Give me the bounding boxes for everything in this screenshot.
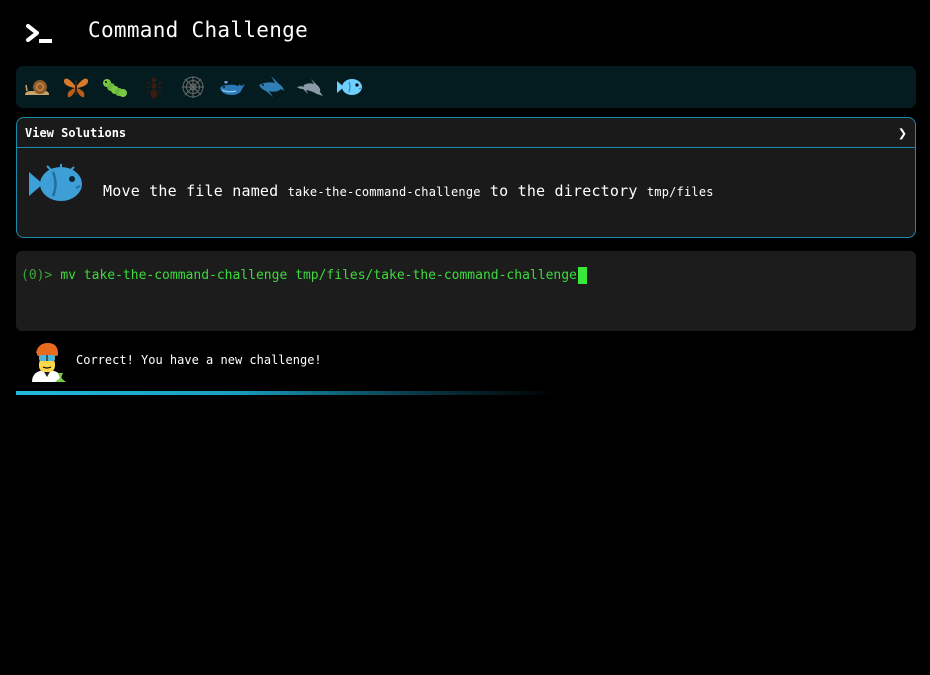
challenge-card: View Solutions ❯ Move the file named tak… xyxy=(16,117,916,238)
level-butterfly[interactable] xyxy=(61,72,91,102)
butterfly-icon xyxy=(63,78,89,98)
view-solutions-label: View Solutions xyxy=(25,125,127,140)
level-whale[interactable] xyxy=(217,72,247,102)
level-snail[interactable] xyxy=(22,72,52,102)
terminal-line: (0)> mv take-the-command-challenge tmp/f… xyxy=(21,267,587,284)
task-directory: tmp/files xyxy=(646,185,714,199)
challenge-body: Move the file named take-the-command-cha… xyxy=(17,148,915,237)
level-caterpillar[interactable] xyxy=(100,72,130,102)
task-middle: to the directory xyxy=(489,182,638,200)
level-blowfish[interactable] xyxy=(334,72,364,102)
task-prefix: Move the file named xyxy=(103,182,279,200)
level-ant[interactable] xyxy=(139,72,169,102)
chevron-right-icon: ❯ xyxy=(897,123,907,142)
view-solutions-toggle[interactable]: View Solutions ❯ xyxy=(17,118,915,148)
whale-icon xyxy=(220,81,245,95)
fish-icon xyxy=(337,79,362,95)
logo-arc xyxy=(24,0,66,14)
snail-icon xyxy=(25,80,49,95)
level-shark[interactable] xyxy=(256,72,286,102)
terminal-icon xyxy=(26,24,52,43)
shark-icon xyxy=(259,76,284,97)
terminal-input[interactable]: (0)> mv take-the-command-challenge tmp/f… xyxy=(16,251,916,331)
level-spiderweb[interactable] xyxy=(178,72,208,102)
scientist-avatar-icon xyxy=(32,343,66,382)
caterpillar-icon xyxy=(103,79,127,97)
fish-icon xyxy=(29,164,82,201)
level-dolphin[interactable] xyxy=(295,72,325,102)
text-cursor xyxy=(577,267,587,284)
terminal-command: mv take-the-command-challenge tmp/files/… xyxy=(60,268,577,283)
ant-icon xyxy=(145,77,163,99)
app-title: Command Challenge xyxy=(88,18,309,42)
task-description: Move the file named take-the-command-cha… xyxy=(103,182,714,200)
level-bar xyxy=(16,66,916,108)
progress-bar xyxy=(16,391,556,395)
feedback-message: Correct! You have a new challenge! xyxy=(76,353,322,367)
terminal-prompt: (0)> xyxy=(21,268,53,283)
spiderweb-icon xyxy=(182,76,204,98)
task-file-name: take-the-command-challenge xyxy=(287,185,481,199)
dolphin-icon xyxy=(297,79,323,96)
